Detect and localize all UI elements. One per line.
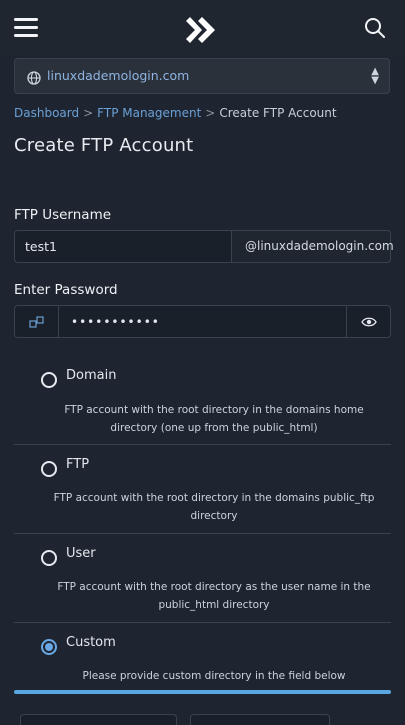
radio-user[interactable]: [41, 550, 57, 566]
chevron-updown-icon: ▲ ▼: [371, 66, 379, 86]
globe-icon: [27, 70, 41, 85]
directory-option-custom[interactable]: Custom Please provide custom directory i…: [14, 633, 391, 685]
ftp-username-input[interactable]: [14, 230, 232, 263]
breadcrumb-current: Create FTP Account: [219, 106, 337, 120]
directory-option-user[interactable]: User FTP account with the root directory…: [14, 544, 391, 620]
domain-selector[interactable]: linuxdademologin.com ▲ ▼: [14, 58, 390, 94]
page-title: Create FTP Account: [14, 135, 194, 156]
selected-domain: linuxdademologin.com: [47, 68, 190, 83]
option-description: FTP account with the root directory in t…: [64, 404, 364, 434]
radio-domain[interactable]: [41, 372, 57, 388]
option-label: User: [66, 546, 96, 561]
divider: [14, 533, 391, 534]
eye-icon[interactable]: [347, 305, 391, 338]
radio-ftp[interactable]: [41, 461, 57, 477]
custom-directory-indicator: [14, 690, 391, 694]
ftp-username-label: FTP Username: [14, 207, 112, 223]
option-label: Custom: [66, 635, 116, 650]
password-input[interactable]: [59, 305, 347, 338]
password-field-group: [14, 305, 391, 338]
breadcrumb: Dashboard > FTP Management > Create FTP Acco…: [14, 106, 337, 120]
option-description: FTP account with the root directory in t…: [53, 492, 375, 522]
breadcrumb-separator: >: [205, 106, 216, 120]
option-description: Please provide custom directory in the f…: [82, 670, 346, 682]
top-navigation-bar: [0, 0, 405, 56]
hamburger-menu-icon[interactable]: [14, 18, 38, 38]
username-field-group: @linuxdademologin.com: [14, 230, 394, 263]
option-description: FTP account with the root directory as t…: [57, 581, 371, 611]
password-label: Enter Password: [14, 282, 118, 298]
directory-option-ftp[interactable]: FTP FTP account with the root directory …: [14, 455, 391, 531]
directory-option-domain[interactable]: Domain FTP account with the root directo…: [14, 366, 391, 442]
search-icon[interactable]: [363, 16, 387, 40]
divider: [14, 622, 391, 623]
indicator-fill: [14, 690, 391, 694]
breadcrumb-dashboard-link[interactable]: Dashboard: [14, 106, 79, 120]
key-generate-icon[interactable]: [14, 305, 59, 338]
username-domain-suffix: @linuxdademologin.com: [232, 230, 394, 263]
radio-custom[interactable]: [41, 639, 57, 655]
breadcrumb-separator: >: [83, 106, 94, 120]
double-chevron-logo-icon[interactable]: [184, 12, 220, 48]
option-label: FTP: [66, 457, 90, 472]
divider: [14, 444, 391, 445]
option-label: Domain: [66, 368, 117, 383]
breadcrumb-ftp-management-link[interactable]: FTP Management: [97, 106, 201, 120]
